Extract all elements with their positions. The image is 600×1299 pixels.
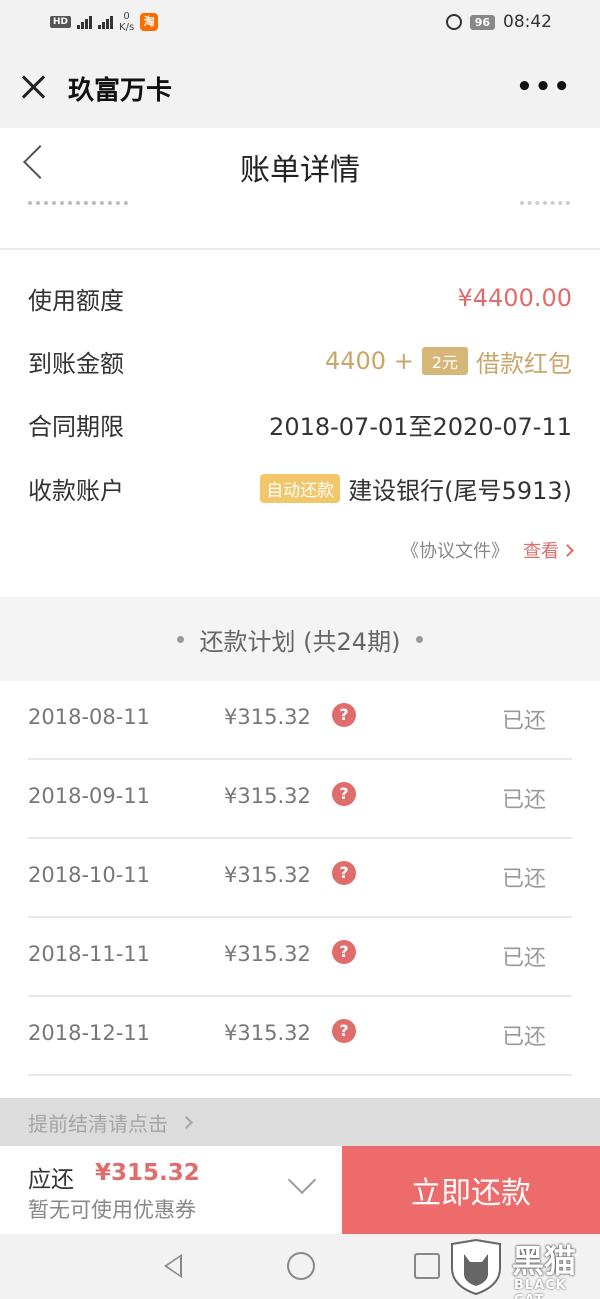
plan-date: 2018-11-11	[28, 942, 151, 966]
info-row-account: 收款账户 自动还款 建设银行(尾号5913)	[28, 468, 572, 508]
early-settle-link[interactable]: 提前结清请点击	[28, 1108, 193, 1137]
hd-badge: HD	[50, 16, 72, 28]
signal-icon	[77, 15, 93, 29]
app-title: 玖富万卡	[68, 76, 173, 106]
pay-now-button[interactable]: 立即还款	[342, 1146, 600, 1234]
battery-icon: 96	[469, 14, 495, 30]
plan-amount: ¥315.32	[224, 705, 311, 729]
info-label: 使用额度	[28, 286, 124, 315]
repayment-plan-header: 还款计划 (共24期)	[0, 597, 600, 681]
plan-row: 2018-10-11 ¥315.32 ? 已还	[28, 839, 572, 918]
plan-status: 已还	[501, 946, 546, 971]
coupon-text: 暂无可使用优惠券	[28, 1198, 196, 1222]
plan-status: 已还	[501, 867, 546, 892]
plan-title: 还款计划 (共24期)	[199, 627, 401, 656]
plan-date: 2018-12-11	[28, 1021, 151, 1045]
agreement-row: 《协议文件》 查看	[401, 537, 574, 563]
repayment-plan-list: 2018-08-11 ¥315.32 ? 已还 2018-09-11 ¥315.…	[0, 681, 600, 1097]
taobao-app-icon: 淘	[140, 13, 159, 31]
plan-status: 已还	[501, 788, 546, 813]
page-header: 账单详情	[0, 128, 600, 200]
early-settle-bar[interactable]: 提前结清请点击	[0, 1098, 600, 1146]
alarm-icon	[445, 14, 462, 30]
question-icon[interactable]: ?	[332, 1019, 356, 1043]
close-icon[interactable]	[18, 72, 48, 102]
info-row-limit: 使用额度 ¥4400.00	[28, 278, 572, 318]
bill-info: 使用额度 ¥4400.00 到账金额 4400 + 2元 借款红包 合同期限 2…	[0, 250, 600, 595]
watermark-text: 黑猫	[512, 1242, 577, 1280]
nav-home-icon[interactable]	[287, 1252, 315, 1280]
coupon-tag: 2元	[421, 347, 468, 375]
due-label: 应还	[28, 1167, 74, 1193]
plan-row: 2018-08-11 ¥315.32 ? 已还	[28, 681, 572, 760]
info-row-received: 到账金额 4400 + 2元 借款红包	[28, 341, 572, 381]
plan-row: 2018-09-11 ¥315.32 ? 已还	[28, 760, 572, 839]
plan-amount: ¥315.32	[224, 942, 311, 966]
plan-status: 已还	[501, 1025, 546, 1050]
info-value: 2018-07-01至2020-07-11	[269, 412, 572, 441]
watermark: 黑猫 BLACK CAT	[446, 1236, 600, 1299]
clipped-text	[28, 201, 128, 211]
info-row-contract: 合同期限 2018-07-01至2020-07-11	[28, 404, 572, 444]
plan-amount: ¥315.32	[224, 784, 311, 808]
question-icon[interactable]: ?	[332, 782, 356, 806]
nav-back-icon[interactable]	[164, 1254, 182, 1278]
info-label: 合同期限	[28, 412, 124, 441]
plan-date: 2018-10-11	[28, 863, 151, 887]
bank-account: 建设银行(尾号5913)	[348, 476, 572, 505]
plan-date: 2018-08-11	[28, 705, 151, 729]
dot-icon	[176, 635, 184, 643]
chevron-right-icon	[180, 1116, 193, 1129]
nav-recent-icon[interactable]	[414, 1253, 440, 1279]
chevron-down-icon[interactable]	[287, 1165, 317, 1195]
agreement-label: 《协议文件》	[401, 541, 509, 562]
due-amount: ¥315.32	[95, 1160, 200, 1186]
question-icon[interactable]: ?	[332, 703, 356, 727]
info-value: 4400 + 2元 借款红包	[325, 344, 572, 379]
question-icon[interactable]: ?	[332, 940, 356, 964]
clock: 08:42	[503, 12, 552, 32]
watermark-sub: BLACK CAT	[514, 1278, 567, 1299]
more-icon[interactable]: •••	[516, 72, 572, 102]
red-packet-label: 借款红包	[476, 349, 572, 378]
info-value: 自动还款 建设银行(尾号5913)	[260, 471, 572, 506]
info-label: 到账金额	[28, 349, 124, 378]
plan-row: 2018-12-11 ¥315.32 ? 已还	[28, 997, 572, 1076]
plan-row: 2018-11-11 ¥315.32 ? 已还	[28, 918, 572, 997]
view-agreement-link[interactable]: 查看	[523, 537, 574, 563]
signal-icon-2	[98, 15, 114, 29]
chevron-right-icon	[561, 543, 574, 557]
cat-shield-icon	[451, 1238, 501, 1296]
auto-repay-tag: 自动还款	[260, 473, 341, 503]
question-icon[interactable]: ?	[332, 861, 356, 885]
page-title: 账单详情	[240, 153, 360, 188]
status-right: 96 08:42	[445, 12, 552, 32]
info-value: ¥4400.00	[457, 284, 572, 312]
dot-icon	[416, 635, 424, 643]
clipped-text-right	[520, 201, 570, 211]
network-speed: 0 K/s	[119, 11, 135, 33]
status-left: HD 0 K/s 淘	[50, 11, 159, 33]
plan-status: 已还	[501, 709, 546, 734]
amount-prefix: 4400 +	[324, 347, 414, 375]
payment-bar: 应还 ¥315.32 暂无可使用优惠券 立即还款	[0, 1146, 600, 1234]
plan-amount: ¥315.32	[224, 863, 311, 887]
info-label: 收款账户	[28, 476, 124, 505]
clipped-row	[0, 200, 600, 248]
status-bar: HD 0 K/s 淘 96 08:42	[0, 0, 600, 48]
plan-amount: ¥315.32	[224, 1021, 311, 1045]
plan-date: 2018-09-11	[28, 784, 151, 808]
wechat-header: 玖富万卡 •••	[0, 48, 600, 128]
